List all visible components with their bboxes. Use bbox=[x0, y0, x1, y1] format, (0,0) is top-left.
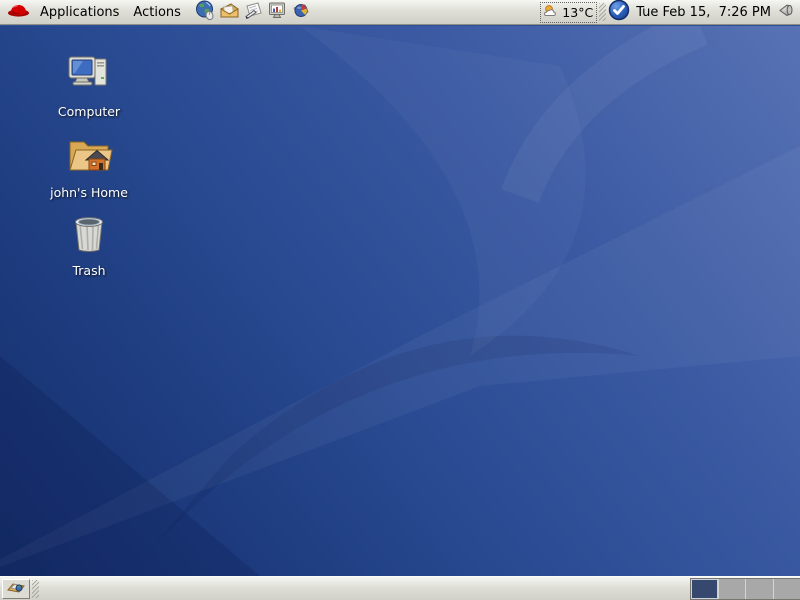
desktop-area[interactable]: Computer john's Home bbox=[0, 26, 800, 576]
update-check-icon bbox=[608, 0, 630, 25]
desktop-icon-home[interactable]: john's Home bbox=[29, 132, 149, 201]
workspace-switcher bbox=[690, 578, 800, 600]
sun-cloud-icon bbox=[543, 3, 560, 22]
word-processor-launcher[interactable] bbox=[243, 1, 265, 23]
weather-temperature: 13°C bbox=[562, 5, 593, 20]
redhat-fedora-icon bbox=[7, 2, 30, 22]
applications-menu[interactable]: Applications bbox=[33, 2, 126, 23]
show-desktop-button[interactable] bbox=[2, 579, 30, 599]
volume-applet[interactable] bbox=[777, 1, 795, 23]
clock-applet[interactable]: Tue Feb 15, 7:26 PM bbox=[630, 5, 777, 20]
desktop-icon-label: john's Home bbox=[50, 185, 128, 200]
redhat-main-menu-button[interactable] bbox=[4, 1, 33, 23]
desktop-icon-computer[interactable]: Computer bbox=[29, 53, 149, 120]
pie-chart-icon bbox=[291, 0, 312, 25]
home-folder-icon bbox=[29, 132, 149, 182]
desktop-icon-label: Computer bbox=[58, 104, 120, 119]
email-envelope-icon bbox=[219, 0, 240, 25]
update-notifier-applet[interactable] bbox=[608, 0, 630, 25]
web-browser-icon bbox=[195, 0, 216, 25]
workspace-1[interactable] bbox=[691, 579, 718, 599]
presentation-launcher[interactable] bbox=[267, 1, 289, 23]
monitor-chart-icon bbox=[267, 0, 288, 25]
show-desktop-icon bbox=[6, 579, 26, 599]
applet-handle[interactable] bbox=[599, 3, 606, 21]
computer-icon bbox=[29, 53, 149, 101]
actions-menu[interactable]: Actions bbox=[126, 2, 188, 23]
window-list-handle[interactable] bbox=[32, 580, 39, 598]
quick-launchers bbox=[194, 1, 314, 23]
web-browser-launcher[interactable] bbox=[195, 1, 217, 23]
desktop-screen: Applications Actions bbox=[0, 0, 800, 600]
top-panel: Applications Actions bbox=[0, 0, 800, 25]
weather-applet[interactable]: 13°C bbox=[540, 2, 597, 23]
workspace-3[interactable] bbox=[745, 579, 773, 599]
spreadsheet-launcher[interactable] bbox=[291, 1, 313, 23]
desktop-icon-label: Trash bbox=[72, 263, 105, 278]
trash-icon bbox=[29, 212, 149, 260]
workspace-2[interactable] bbox=[718, 579, 746, 599]
speaker-icon bbox=[777, 1, 795, 23]
bottom-panel bbox=[0, 576, 800, 600]
document-pen-icon bbox=[243, 0, 264, 25]
email-launcher[interactable] bbox=[219, 1, 241, 23]
desktop-icon-trash[interactable]: Trash bbox=[29, 212, 149, 279]
workspace-4[interactable] bbox=[773, 579, 800, 599]
